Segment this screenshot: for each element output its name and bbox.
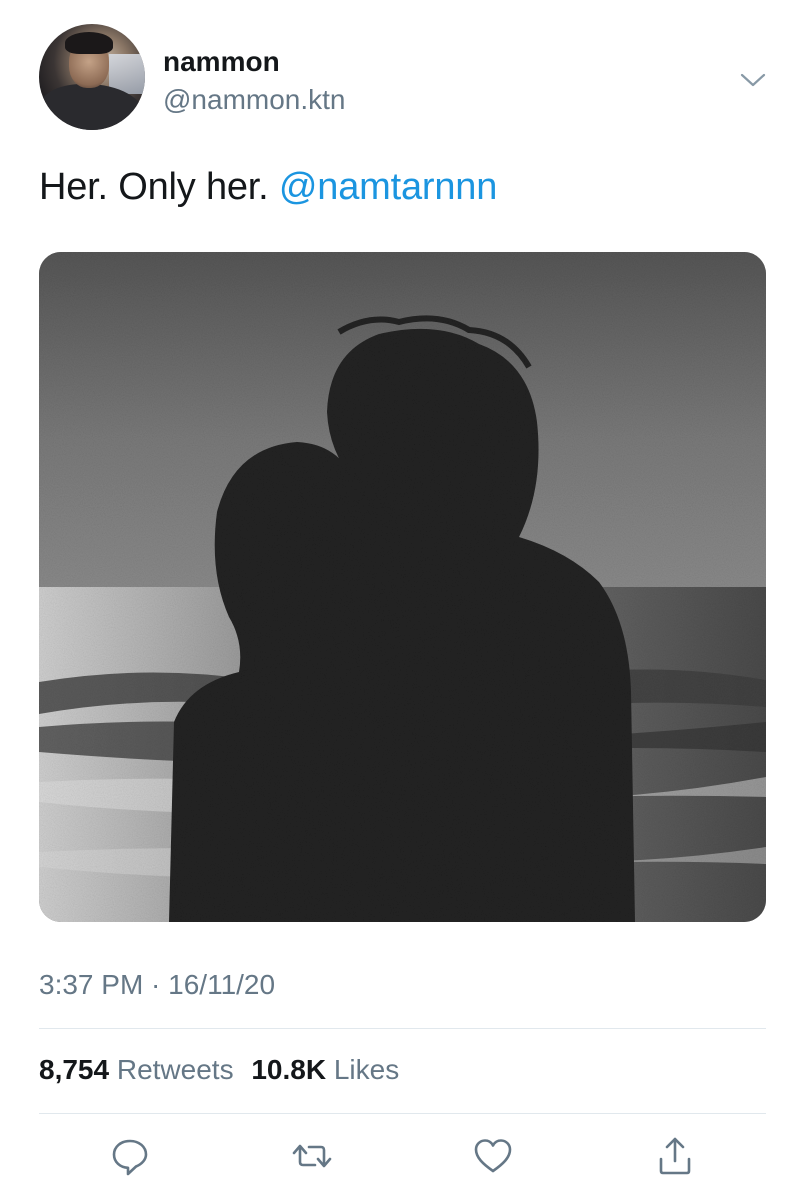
chevron-down-icon[interactable] bbox=[737, 64, 769, 96]
mention-link[interactable]: @namtarnnn bbox=[279, 166, 497, 208]
tweet-header: nammon @nammon.ktn bbox=[39, 24, 769, 132]
user-handle[interactable]: @nammon.ktn bbox=[163, 84, 346, 116]
retweets-stat[interactable]: 8,754 Retweets bbox=[39, 1054, 234, 1086]
tweet-text-body: Her. Only her. bbox=[39, 166, 279, 208]
likes-stat[interactable]: 10.8K Likes bbox=[251, 1054, 399, 1086]
retweet-button[interactable] bbox=[290, 1134, 334, 1178]
like-button[interactable] bbox=[471, 1134, 515, 1178]
tweet-text: Her. Only her. @namtarnnn bbox=[39, 166, 497, 209]
retweets-label: Retweets bbox=[116, 1054, 234, 1085]
photo-image bbox=[39, 252, 766, 922]
share-icon bbox=[659, 1137, 691, 1175]
likes-label: Likes bbox=[333, 1054, 400, 1085]
reply-button[interactable] bbox=[108, 1134, 152, 1178]
divider bbox=[39, 1028, 766, 1029]
divider bbox=[39, 1113, 766, 1114]
retweet-icon bbox=[292, 1144, 332, 1168]
speech-bubble-icon bbox=[112, 1139, 148, 1176]
share-button[interactable] bbox=[653, 1134, 697, 1178]
tweet-stats: 8,754 Retweets 10.8K Likes bbox=[39, 1054, 399, 1086]
tweet-photo[interactable] bbox=[39, 252, 766, 922]
avatar[interactable] bbox=[39, 24, 145, 130]
likes-count: 10.8K bbox=[251, 1054, 327, 1085]
heart-icon bbox=[474, 1139, 512, 1173]
display-name[interactable]: nammon bbox=[163, 46, 280, 78]
tweet-timestamp: 3:37 PM · 16/11/20 bbox=[39, 969, 276, 1000]
retweets-count: 8,754 bbox=[39, 1054, 110, 1085]
